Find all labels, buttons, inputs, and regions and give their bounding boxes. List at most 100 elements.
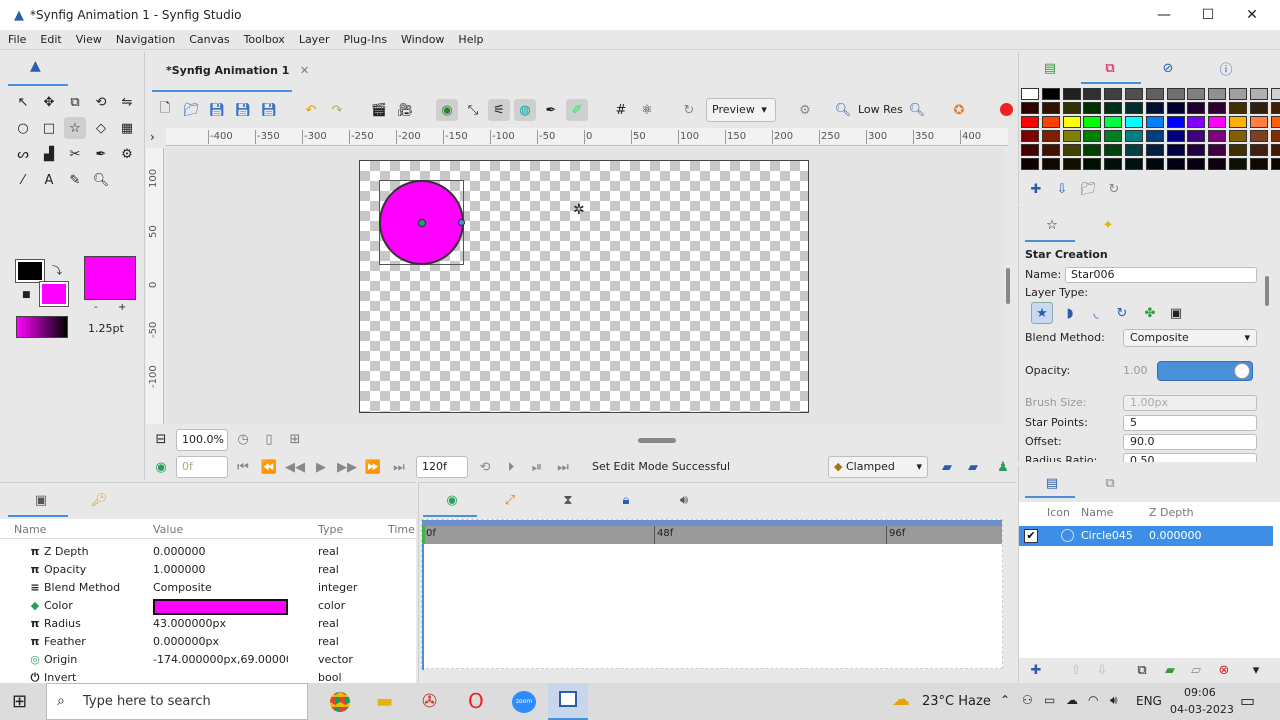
- zoom-app-icon[interactable]: zoom: [512, 691, 536, 713]
- palette-color-swatch[interactable]: [1229, 88, 1247, 100]
- smooth-move-tool-icon[interactable]: ✥: [38, 91, 60, 113]
- menu-view[interactable]: View: [76, 33, 102, 46]
- zoom-fit-icon[interactable]: 🔍︎: [906, 99, 928, 121]
- palette-color-swatch[interactable]: [1229, 102, 1247, 114]
- palette-color-swatch[interactable]: [1083, 130, 1102, 142]
- palette-color-swatch[interactable]: [1021, 144, 1039, 156]
- palette-color-swatch[interactable]: [1229, 116, 1247, 128]
- circle-tool-icon[interactable]: ○: [12, 117, 34, 139]
- palette-color-swatch[interactable]: [1208, 144, 1227, 156]
- tangent-handles-icon[interactable]: ⤡: [462, 99, 484, 121]
- preview-render-icon[interactable]: 🎥︎: [394, 99, 416, 121]
- loop-icon[interactable]: ⟲: [474, 456, 496, 478]
- origin-handle[interactable]: [418, 219, 426, 227]
- clock-date[interactable]: 04-03-2023: [1170, 703, 1234, 716]
- palette-color-swatch[interactable]: [1208, 88, 1227, 100]
- menu-help[interactable]: Help: [458, 33, 483, 46]
- wifi-icon[interactable]: ◠: [1088, 693, 1098, 707]
- new-layer-icon[interactable]: ✚: [1025, 659, 1047, 681]
- palette-color-swatch[interactable]: [1249, 158, 1268, 170]
- document-tab[interactable]: *Synfig Animation 1 ✕: [152, 60, 309, 92]
- raise-layer-icon[interactable]: ⇧: [1065, 659, 1087, 681]
- palette-color-swatch[interactable]: [1125, 102, 1143, 114]
- ungroup-layer-icon[interactable]: ▱: [1185, 659, 1207, 681]
- curves-tab-icon[interactable]: ⤢: [499, 489, 521, 511]
- palette-color-swatch[interactable]: [1208, 102, 1227, 114]
- width-tool-icon[interactable]: ✒: [90, 143, 112, 165]
- transform-tool-icon[interactable]: ↖: [12, 91, 34, 113]
- palette-color-swatch[interactable]: [1229, 144, 1247, 156]
- new-file-icon[interactable]: 🗋: [154, 99, 176, 121]
- canvas-drawing-area[interactable]: ✲: [359, 160, 809, 413]
- star-points-field[interactable]: 5: [1123, 415, 1257, 431]
- opacity-slider-knob[interactable]: [1234, 363, 1250, 379]
- eyedropper-tool-icon[interactable]: ⁄: [12, 169, 34, 191]
- keyframes-tab-icon[interactable]: ⧗: [557, 489, 579, 511]
- palette-color-swatch[interactable]: [1145, 88, 1164, 100]
- palette-color-swatch[interactable]: [1249, 88, 1268, 100]
- palette-color-swatch[interactable]: [1104, 144, 1123, 156]
- gradient-swatch[interactable]: [16, 316, 68, 338]
- next-frame-icon[interactable]: ▶▶: [336, 456, 358, 478]
- toolbox-tab-icon[interactable]: ▲: [30, 58, 41, 74]
- palette-color-swatch[interactable]: [1166, 144, 1185, 156]
- synfig-taskbar-icon[interactable]: ✇: [422, 691, 437, 712]
- palette-color-swatch[interactable]: [1083, 88, 1102, 100]
- fit-icon[interactable]: ⊞: [284, 428, 306, 450]
- navigator-tab-icon[interactable]: ⊘: [1157, 57, 1179, 79]
- chrome-icon[interactable]: [330, 692, 350, 712]
- weather-text[interactable]: 23°C Haze: [922, 694, 991, 709]
- param-value[interactable]: -174.000000px,69.000000px: [153, 653, 288, 666]
- radius-ratio-field[interactable]: 0.50: [1123, 453, 1257, 462]
- palette-color-swatch[interactable]: [1270, 88, 1280, 100]
- curve-gradient-type-icon[interactable]: ▣: [1165, 302, 1187, 324]
- lock-tab-icon[interactable]: 🔒︎: [615, 489, 637, 511]
- refresh-icon[interactable]: ↻: [678, 99, 700, 121]
- next-keyframe-icon[interactable]: ⏩: [362, 456, 384, 478]
- tool-options-scrollbar[interactable]: [1265, 276, 1269, 306]
- sketch-tool-icon[interactable]: ✎: [64, 169, 86, 191]
- open-palette-icon[interactable]: 📁︎: [1077, 178, 1099, 200]
- group-layer-icon[interactable]: ▰: [1159, 659, 1181, 681]
- preview-dropdown[interactable]: Preview ▾: [706, 98, 776, 122]
- palette-color-swatch[interactable]: [1208, 116, 1227, 128]
- palette-color-swatch[interactable]: [1208, 158, 1227, 170]
- zoom-reset-icon[interactable]: ◷: [232, 428, 254, 450]
- polygon-tool-icon[interactable]: ◇: [90, 117, 112, 139]
- param-row[interactable]: ⏻ Invert bool: [8, 671, 408, 683]
- clock-time[interactable]: 09:06: [1184, 686, 1216, 699]
- palette-color-swatch[interactable]: [1187, 88, 1206, 100]
- palette-color-swatch[interactable]: [1145, 158, 1164, 170]
- offset-field[interactable]: 90.0: [1123, 434, 1257, 450]
- timetrack-tab-icon[interactable]: ◉: [441, 489, 463, 511]
- redo-icon[interactable]: ↷: [326, 99, 348, 121]
- fill-color-swatch[interactable]: [39, 281, 69, 307]
- palette-color-swatch[interactable]: [1021, 88, 1039, 100]
- layers-menu-icon[interactable]: ▾: [1245, 659, 1267, 681]
- param-row[interactable]: π Z Depth 0.000000 real: [8, 545, 408, 563]
- name-input[interactable]: Star006: [1065, 267, 1257, 283]
- spline-tool-icon[interactable]: ᔕ: [12, 143, 34, 165]
- palette-color-swatch[interactable]: [1187, 102, 1206, 114]
- palette-color-swatch[interactable]: [1125, 88, 1143, 100]
- zoom-field[interactable]: 100.0%: [176, 429, 228, 451]
- star-tool-icon[interactable]: ☆: [64, 117, 86, 139]
- palette-color-swatch[interactable]: [1270, 102, 1280, 114]
- cutout-tool-icon[interactable]: ✂: [64, 143, 86, 165]
- radius-handle[interactable]: [458, 219, 465, 226]
- prev-frame-icon[interactable]: ◀◀: [284, 456, 306, 478]
- scale-tool-icon[interactable]: ⧉: [64, 91, 86, 113]
- info-tab-icon[interactable]: ⓘ: [1215, 57, 1237, 79]
- menu-plugins[interactable]: Plug-Ins: [343, 33, 387, 46]
- play-icon[interactable]: ▶: [310, 456, 332, 478]
- sound-tab-icon[interactable]: 🔊︎: [673, 489, 695, 511]
- horizontal-scrollbar[interactable]: [638, 438, 676, 443]
- palette-color-swatch[interactable]: [1125, 144, 1143, 156]
- param-row[interactable]: ◆ Color color: [8, 599, 408, 617]
- tray-icon-2[interactable]: ▭: [1044, 693, 1055, 707]
- palette-color-swatch[interactable]: [1145, 116, 1164, 128]
- palette-color-swatch[interactable]: [1083, 158, 1102, 170]
- end-frame-field[interactable]: 120f: [416, 456, 468, 478]
- refresh-palette-icon[interactable]: ↻: [1103, 178, 1125, 200]
- param-row[interactable]: π Feather 0.000000px real: [8, 635, 408, 653]
